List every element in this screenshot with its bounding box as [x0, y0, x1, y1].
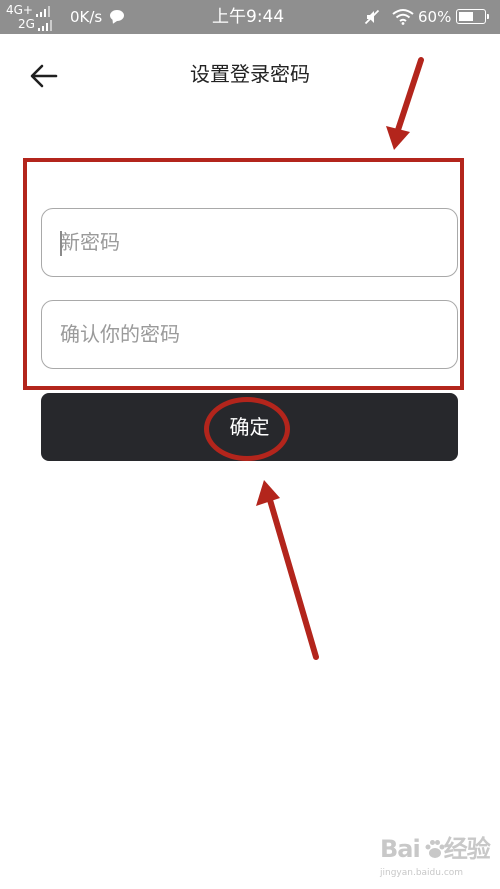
page-title: 设置登录密码 — [190, 62, 310, 86]
battery-percent: 60% — [418, 8, 452, 26]
status-time: 上午9:44 — [212, 7, 285, 27]
wifi-icon — [392, 9, 414, 25]
back-button[interactable] — [26, 58, 62, 94]
chat-bubble-icon — [110, 10, 124, 21]
network-type-bottom: 2G — [18, 17, 35, 31]
network-speed: 0K/s — [70, 8, 103, 26]
watermark-brand-right: 经验 — [443, 835, 491, 863]
network-type-top: 4G+ — [6, 3, 33, 17]
annotation-arrow-bottom — [256, 480, 319, 660]
mute-icon — [364, 9, 380, 25]
status-bar: 4G+ 2G 0K/s 上午9:44 60% — [0, 0, 500, 34]
watermark-url: jingyan.baidu.com — [380, 868, 464, 878]
signal-strength-icon — [37, 20, 54, 31]
baidu-jingyan-watermark: Bai 经验 jingyan.baidu.com — [380, 834, 492, 882]
network-indicator: 4G+ 2G — [6, 2, 66, 32]
paw-logo-icon — [425, 840, 445, 858]
watermark-brand-left: Bai — [380, 835, 421, 863]
signal-strength-icon — [36, 6, 52, 17]
battery-icon — [456, 9, 489, 24]
arrow-left-icon — [30, 64, 58, 88]
annotation-circle — [204, 397, 290, 461]
annotation-highlight-box — [23, 158, 464, 390]
